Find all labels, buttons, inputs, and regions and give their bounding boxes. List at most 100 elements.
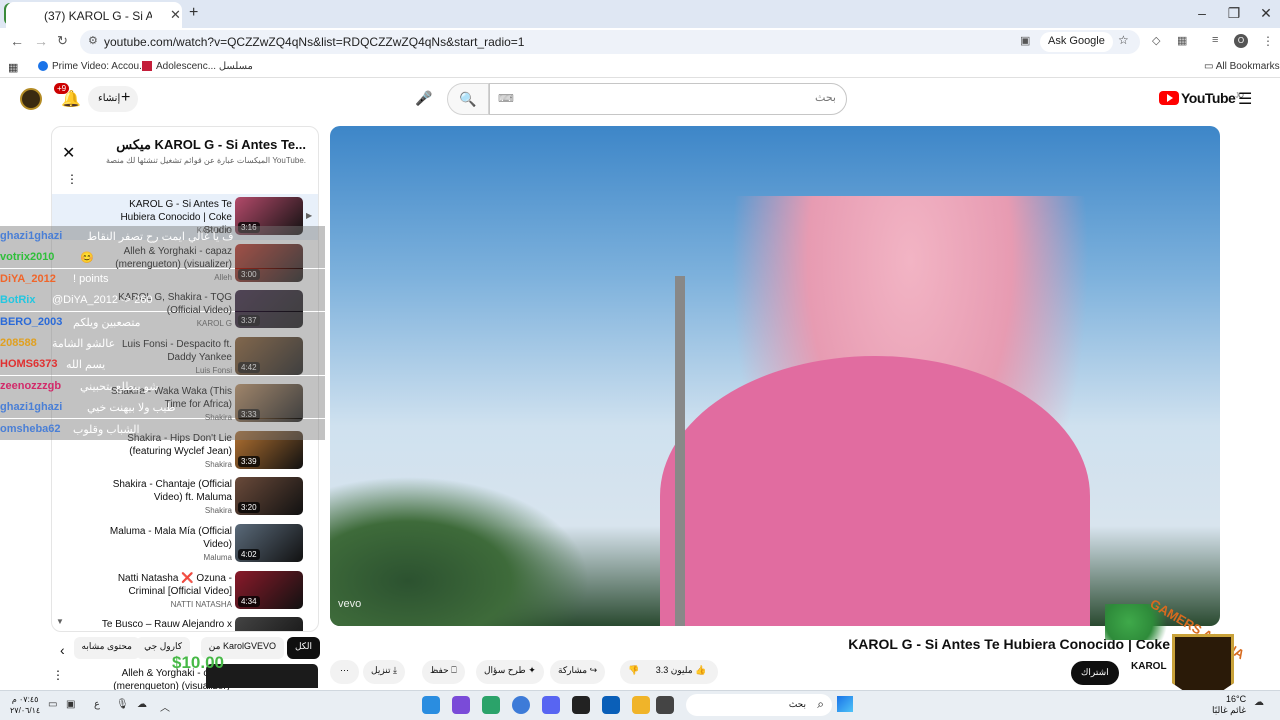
ask-google-button[interactable]: Ask Google <box>1040 32 1113 52</box>
apps-icon[interactable]: ▦ <box>8 61 18 74</box>
windows-start-icon[interactable] <box>837 696 853 712</box>
extension-icon[interactable]: ◇ <box>1152 34 1160 47</box>
search-field[interactable] <box>536 92 836 104</box>
back-icon[interactable]: ← <box>10 33 24 49</box>
playlist-title: ميكس KAROL G - Si Antes Te... <box>116 137 306 152</box>
close-icon[interactable]: ✕ <box>62 143 75 163</box>
site-info-icon[interactable]: ⚙ <box>88 34 98 47</box>
video-player[interactable]: vevo <box>330 126 1220 626</box>
all-bookmarks[interactable]: ▭ All Bookmarks <box>1204 61 1280 72</box>
weather-widget[interactable]: 16°C غائم غالبًا <box>1212 694 1246 716</box>
playlist-item[interactable]: 4:02 Maluma - Mala Mía (Official Video) Ma… <box>52 521 318 567</box>
vevo-watermark: vevo <box>338 598 362 610</box>
minimize-icon[interactable]: – <box>1192 5 1212 21</box>
search-button[interactable]: 🔍 <box>447 83 489 115</box>
avatar[interactable] <box>20 88 42 110</box>
chat-text: يسم الله <box>66 359 106 372</box>
playlist-thumbnail[interactable]: 3:20 <box>235 477 303 516</box>
folder-icon: ▭ <box>1204 61 1214 72</box>
discord-icon[interactable] <box>542 696 560 714</box>
language-icon[interactable]: ع <box>94 699 100 710</box>
save-button[interactable]: حفظ ⎕ <box>422 660 465 684</box>
bookmark-adolescence[interactable]: Adolescenc... مسلسل <box>142 61 253 72</box>
playlist-thumbnail[interactable]: 4:34 <box>235 570 303 609</box>
chat-username: omsheba62 <box>0 422 61 435</box>
action-bar: ⋯ تنزيل ⤓ حفظ ⎕ طرح سؤال ✦ مشاركة ↪ 👎 3.… <box>330 660 720 684</box>
clock[interactable]: ٠٧:٤٥ م ٢٧/٠٦/١٤ <box>10 694 40 716</box>
keyboard-icon[interactable]: ⌨ <box>498 92 514 105</box>
playlist-item[interactable]: 4:34 Natti Natasha ❌ Ozuna - Criminal [Of… <box>52 568 318 614</box>
chevron-left-icon[interactable]: ‹ <box>60 642 65 658</box>
bookmark-star-icon[interactable]: ☆ <box>1118 33 1129 47</box>
search-input[interactable]: ⌨ <box>489 83 847 115</box>
cloud-icon: ☁ <box>1254 697 1264 708</box>
chat-message: ghazi1ghazi طيب ولا بيهنت خيي <box>0 397 325 419</box>
chat-text: @DiYA_2012 -> 260 <box>52 294 153 307</box>
dislike-icon[interactable]: 👎 <box>628 665 639 675</box>
profile-icon[interactable]: O <box>1234 34 1248 48</box>
restore-icon[interactable]: ❐ <box>1224 5 1244 22</box>
tab-title: (37) KAROL G - Si Antes Te <box>44 9 152 23</box>
store-icon[interactable] <box>602 696 620 714</box>
download-button[interactable]: تنزيل ⤓ <box>363 660 406 684</box>
duration-badge: 4:34 <box>238 595 260 607</box>
omnibox[interactable]: ⚙ youtube.com/watch?v=QCZZwZQ4qNs&list=R… <box>80 30 1140 54</box>
taskbar-search[interactable]: بحث ⌕ <box>686 694 832 716</box>
more-options-icon[interactable]: ⋮ <box>52 668 64 682</box>
download-icon: ⤓ <box>393 665 398 675</box>
tab-close-icon[interactable]: ✕ <box>170 7 181 23</box>
cast-icon[interactable]: ▣ <box>1020 34 1030 47</box>
bookmarks-bar: ▦ Prime Video: Accou... Adolescenc... مس… <box>0 56 1280 78</box>
url-text[interactable]: youtube.com/watch?v=QCZZwZQ4qNs&list=RDQ… <box>104 35 524 49</box>
share-button[interactable]: مشاركة ↪ <box>550 660 606 684</box>
app-icon[interactable] <box>422 696 440 714</box>
chrome-icon[interactable] <box>512 696 530 714</box>
app-icon[interactable] <box>482 696 500 714</box>
chat-message: BotRix @DiYA_2012 -> 260 <box>0 290 325 312</box>
app-icon[interactable] <box>452 696 470 714</box>
mic-icon[interactable]: 🎙 <box>116 699 129 710</box>
monitor-icon[interactable]: ▣ <box>66 699 75 710</box>
kebab-menu-icon[interactable]: ⋮ <box>1262 34 1274 48</box>
playlist-item-title[interactable]: Shakira - Chantaje (Official Video) ft. … <box>92 478 232 504</box>
playlist-item[interactable]: 3:20 Shakira - Chantaje (Official Video) … <box>52 474 318 520</box>
playlist-thumbnail[interactable]: 4:02 <box>235 523 303 562</box>
reload-icon[interactable]: ↻ <box>57 33 68 49</box>
like-icon[interactable]: 👍 <box>695 665 706 675</box>
chat-text: ! points <box>73 272 109 285</box>
playlist-thumbnail[interactable] <box>235 617 303 631</box>
chat-message: zeenozzzgb شو بيطلع بتحبيني <box>0 375 325 397</box>
app-icon[interactable] <box>656 696 674 714</box>
new-tab-icon[interactable]: + <box>189 4 198 22</box>
folder-icon[interactable] <box>632 696 650 714</box>
chat-message: BERO_2003 متصعبين ويلكم <box>0 311 325 333</box>
ask-button[interactable]: طرح سؤال ✦ <box>476 660 544 684</box>
forward-icon[interactable]: → <box>34 33 48 49</box>
app-icon[interactable] <box>572 696 590 714</box>
chip-all[interactable]: الكل <box>286 637 320 659</box>
create-button[interactable]: إنشاء + <box>88 86 138 112</box>
more-options-icon[interactable]: ⋮ <box>66 172 78 186</box>
playlist-item-title[interactable]: Te Busco – Rauw Alejandro x <box>92 618 232 631</box>
sparkle-icon: ✦ <box>528 665 536 675</box>
browser-tab-bar: 26 (37) KAROL G - Si Antes Te ✕ + – ❐ ✕ <box>0 0 1280 28</box>
voice-search-icon[interactable]: 🎤 <box>412 86 436 110</box>
chip-similar[interactable]: محتوى مشابه <box>73 637 140 659</box>
pink-shirt <box>660 356 1090 626</box>
hamburger-menu-icon[interactable]: ☰ <box>1238 89 1252 109</box>
chat-username: ghazi1ghazi <box>0 401 63 414</box>
media-icon[interactable]: ≡ <box>1212 34 1218 46</box>
playlist-item-title[interactable]: Natti Natasha ❌ Ozuna - Criminal [Offici… <box>92 572 232 598</box>
notification-badge: +9 <box>54 83 70 94</box>
playlist-item[interactable]: Te Busco – Rauw Alejandro x <box>52 614 318 631</box>
network-icon[interactable]: ☁ <box>137 699 147 710</box>
close-window-icon[interactable]: ✕ <box>1256 5 1276 22</box>
playlist-item-title[interactable]: Maluma - Mala Mía (Official Video) <box>92 525 232 551</box>
puzzle-icon[interactable]: ▦ <box>1177 34 1187 47</box>
bookmark-prime[interactable]: Prime Video: Accou... <box>38 61 147 72</box>
youtube-logo[interactable]: YouTubeJO <box>1159 90 1244 106</box>
tray-expand-icon[interactable]: ︿ <box>160 699 170 714</box>
browser-tab[interactable]: (37) KAROL G - Si Antes Te ✕ <box>6 2 182 28</box>
more-actions-icon[interactable]: ⋯ <box>330 660 359 684</box>
desktop-icon[interactable]: ▭ <box>48 699 57 710</box>
